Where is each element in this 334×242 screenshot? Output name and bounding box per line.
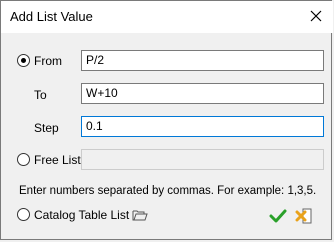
title-bar: Add List Value [1, 1, 333, 33]
window-title: Add List Value [10, 9, 93, 24]
to-label: To [34, 88, 47, 102]
from-row: From P/2 [1, 50, 333, 80]
free-list-label: Free List [34, 153, 81, 167]
folder-open-icon [132, 210, 148, 221]
cancel-icon [295, 208, 311, 224]
catalog-label: Catalog Table List [34, 208, 130, 222]
step-input[interactable]: 0.1 [81, 116, 324, 137]
checkmark-icon [269, 209, 286, 223]
close-button[interactable] [303, 5, 329, 27]
to-input[interactable]: W+10 [81, 83, 324, 104]
step-row: Step 0.1 [1, 116, 333, 146]
hint-text: Enter numbers separated by commas. For e… [19, 185, 317, 197]
catalog-radio[interactable] [17, 208, 30, 221]
add-list-value-dialog: Add List Value From P/2 To W+10 Step 0.1… [0, 0, 333, 240]
ok-button[interactable] [267, 206, 288, 226]
free-list-input [81, 149, 324, 170]
free-list-radio[interactable] [17, 153, 30, 166]
step-label: Step [34, 121, 59, 135]
close-icon [310, 10, 322, 22]
from-label: From [34, 54, 62, 68]
from-radio[interactable] [17, 54, 30, 67]
free-list-row: Free List [1, 149, 333, 179]
folder-button[interactable] [129, 205, 150, 225]
from-input[interactable]: P/2 [81, 50, 324, 71]
to-row: To W+10 [1, 83, 333, 113]
cancel-button[interactable] [293, 206, 314, 226]
